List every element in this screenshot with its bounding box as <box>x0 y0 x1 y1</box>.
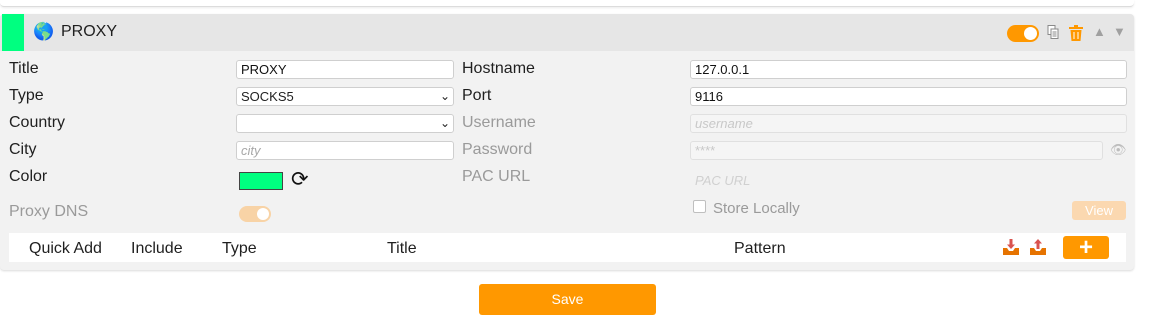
port-label: Port <box>462 87 492 104</box>
trash-icon[interactable] <box>1069 25 1083 41</box>
save-button[interactable]: Save <box>479 284 656 315</box>
title-input[interactable]: PROXY <box>236 60 454 79</box>
eye-icon[interactable]: 👁 <box>1110 142 1127 158</box>
move-down-icon[interactable]: ▼ <box>1113 23 1126 41</box>
hostname-input[interactable]: 127.0.0.1 <box>690 60 1127 79</box>
proxy-dns-toggle[interactable] <box>239 206 271 222</box>
panel-title: PROXY <box>61 23 118 40</box>
username-label: Username <box>462 114 536 131</box>
pac-url-input[interactable]: PAC URL <box>690 171 1127 190</box>
import-icon[interactable] <box>1002 238 1020 256</box>
hostname-label: Hostname <box>462 60 535 77</box>
chevron-down-icon: ⌄ <box>439 116 450 130</box>
type-select[interactable]: SOCKS5 ⌄ <box>236 87 454 106</box>
export-icon[interactable] <box>1029 238 1047 256</box>
store-locally-checkbox[interactable] <box>693 200 706 213</box>
pac-url-label: PAC URL <box>462 168 531 185</box>
proxy-dns-label: Proxy DNS <box>9 203 89 220</box>
proxy-color-strip <box>2 14 24 51</box>
title-label: Title <box>9 60 39 77</box>
type-select-value: SOCKS5 <box>241 89 294 104</box>
color-label: Color <box>9 168 48 185</box>
duplicate-icon[interactable] <box>1047 25 1059 39</box>
store-locally-label: Store Locally <box>713 200 800 217</box>
random-color-refresh-icon[interactable]: ⟳ <box>291 169 309 191</box>
country-select[interactable]: ⌄ <box>236 114 454 133</box>
globe-icon: 🌎 <box>33 22 55 41</box>
port-input[interactable]: 9116 <box>690 87 1127 106</box>
col-include: Include <box>131 240 183 257</box>
move-up-icon[interactable]: ▲ <box>1093 23 1106 41</box>
view-button[interactable]: View <box>1072 201 1126 220</box>
type-label: Type <box>9 87 44 104</box>
col-type: Type <box>222 240 257 257</box>
country-label: Country <box>9 114 66 131</box>
add-rule-button[interactable]: + <box>1063 236 1109 260</box>
proxy-panel-header[interactable]: 🌎 PROXY ▲ ▼ <box>0 14 1134 51</box>
color-picker-swatch[interactable] <box>239 172 283 190</box>
proxy-enable-toggle[interactable] <box>1007 25 1039 42</box>
col-title: Title <box>387 240 417 257</box>
password-label: Password <box>462 141 533 158</box>
chevron-down-icon: ⌄ <box>439 89 450 103</box>
col-quick-add: Quick Add <box>29 240 102 257</box>
proxy-panel: 🌎 PROXY ▲ ▼ Title PROXY Type SOCKS5 ⌄ Co… <box>0 14 1134 270</box>
city-input[interactable]: city <box>236 141 454 160</box>
username-input[interactable]: username <box>690 114 1127 133</box>
password-input[interactable]: **** <box>690 141 1103 160</box>
col-pattern: Pattern <box>734 240 786 257</box>
previous-proxy-card <box>0 0 1134 7</box>
city-label: City <box>9 141 37 158</box>
rules-header: Quick Add Include Type Title Pattern + <box>9 233 1126 262</box>
